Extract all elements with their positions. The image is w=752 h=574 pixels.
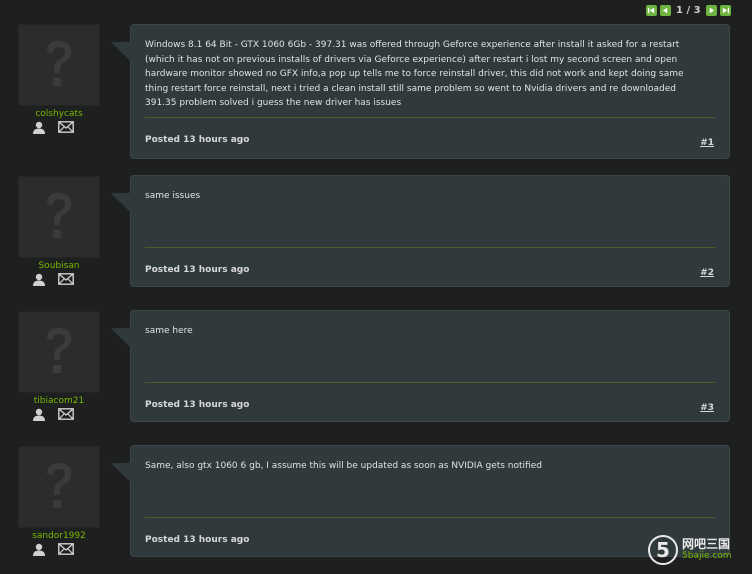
post-bubble: same here Posted 13 hours ago #3 bbox=[111, 310, 730, 422]
avatar[interactable] bbox=[18, 24, 100, 106]
user-profile-icon bbox=[33, 543, 45, 556]
page-separator: / bbox=[686, 4, 691, 16]
page-indicator: 1 / 3 bbox=[676, 5, 701, 16]
first-page-button[interactable] bbox=[646, 4, 657, 16]
post-timestamp: Posted 13 hours ago bbox=[145, 265, 250, 275]
post-body: same issues bbox=[145, 191, 201, 201]
pagination: 1 / 3 bbox=[646, 4, 731, 16]
message-button[interactable] bbox=[58, 121, 74, 134]
post-number-link[interactable]: #3 bbox=[700, 403, 714, 413]
watermark-logo: 5 bbox=[648, 535, 678, 565]
envelope-icon bbox=[58, 408, 74, 420]
post-timestamp: Posted 13 hours ago bbox=[145, 535, 250, 545]
forum-post: sandor1992 Same, also gtx 1060 6 gb, I a… bbox=[0, 444, 752, 570]
post-divider bbox=[145, 517, 715, 518]
profile-button[interactable] bbox=[32, 273, 46, 286]
username[interactable]: tibiacom21 bbox=[18, 396, 100, 406]
envelope-icon bbox=[58, 543, 74, 555]
author-column: Soubisan bbox=[18, 176, 100, 286]
post-divider bbox=[145, 117, 715, 118]
post-divider bbox=[145, 382, 715, 383]
avatar[interactable] bbox=[18, 176, 100, 258]
post-body: Windows 8.1 64 Bit - GTX 1060 6Gb - 397.… bbox=[145, 40, 684, 108]
post-bubble: Same, also gtx 1060 6 gb, I assume this … bbox=[111, 445, 730, 557]
user-profile-icon bbox=[33, 273, 45, 286]
post-bubble: same issues Posted 13 hours ago #2 bbox=[111, 175, 730, 287]
username[interactable]: colshycats bbox=[18, 109, 100, 119]
bubble-pointer bbox=[111, 453, 131, 483]
watermark-domain: 5bajie.com bbox=[682, 551, 732, 561]
username[interactable]: Soubisan bbox=[18, 261, 100, 271]
author-column: tibiacom21 bbox=[18, 311, 100, 421]
post-body: same here bbox=[145, 326, 193, 336]
forum-post: Soubisan same issues Posted 13 hours ago… bbox=[0, 174, 752, 300]
post-timestamp: Posted 13 hours ago bbox=[145, 135, 250, 145]
watermark-name: 网吧三国 bbox=[682, 537, 731, 551]
profile-button[interactable] bbox=[32, 543, 46, 556]
question-mark-icon bbox=[47, 463, 71, 508]
bubble-pointer bbox=[111, 183, 131, 213]
post-divider bbox=[145, 247, 715, 248]
post-body: Same, also gtx 1060 6 gb, I assume this … bbox=[145, 461, 542, 471]
avatar[interactable] bbox=[18, 446, 100, 528]
message-button[interactable] bbox=[58, 408, 74, 421]
site-watermark: 5 网吧三国 5bajie.com bbox=[648, 535, 732, 565]
question-mark-icon bbox=[47, 328, 71, 373]
user-actions bbox=[32, 273, 74, 286]
user-actions bbox=[32, 408, 74, 421]
previous-page-icon bbox=[662, 7, 668, 13]
author-column: colshycats bbox=[18, 24, 100, 134]
user-actions bbox=[32, 543, 74, 556]
message-button[interactable] bbox=[58, 273, 74, 286]
next-page-icon bbox=[709, 7, 714, 13]
next-page-button[interactable] bbox=[705, 4, 717, 16]
profile-button[interactable] bbox=[32, 121, 46, 134]
message-button[interactable] bbox=[58, 543, 74, 556]
envelope-icon bbox=[58, 121, 74, 133]
question-mark-icon bbox=[47, 41, 71, 86]
last-page-button[interactable] bbox=[719, 4, 731, 16]
forum-post: colshycats Windows 8.1 64 Bit - GTX 1060… bbox=[0, 22, 752, 159]
profile-button[interactable] bbox=[32, 408, 46, 421]
post-number-link[interactable]: #2 bbox=[700, 268, 714, 278]
last-page-icon bbox=[722, 7, 729, 13]
post-number-link[interactable]: #1 bbox=[700, 138, 714, 148]
post-timestamp: Posted 13 hours ago bbox=[145, 400, 250, 410]
watermark-text: 网吧三国 5bajie.com bbox=[682, 538, 732, 562]
forum-post: tibiacom21 same here Posted 13 hours ago… bbox=[0, 309, 752, 435]
envelope-icon bbox=[58, 273, 74, 285]
bubble-pointer bbox=[111, 32, 131, 62]
author-column: sandor1992 bbox=[18, 446, 100, 556]
question-mark-icon bbox=[47, 193, 71, 238]
user-profile-icon bbox=[33, 121, 45, 134]
post-bubble: Windows 8.1 64 Bit - GTX 1060 6Gb - 397.… bbox=[111, 24, 730, 159]
first-page-icon bbox=[647, 7, 655, 13]
current-page: 1 bbox=[676, 4, 683, 16]
previous-page-button[interactable] bbox=[660, 4, 671, 16]
user-profile-icon bbox=[33, 408, 45, 421]
user-actions bbox=[32, 121, 74, 134]
total-pages: 3 bbox=[693, 4, 701, 16]
bubble-pointer bbox=[111, 318, 131, 348]
avatar[interactable] bbox=[18, 311, 100, 393]
username[interactable]: sandor1992 bbox=[18, 531, 100, 541]
